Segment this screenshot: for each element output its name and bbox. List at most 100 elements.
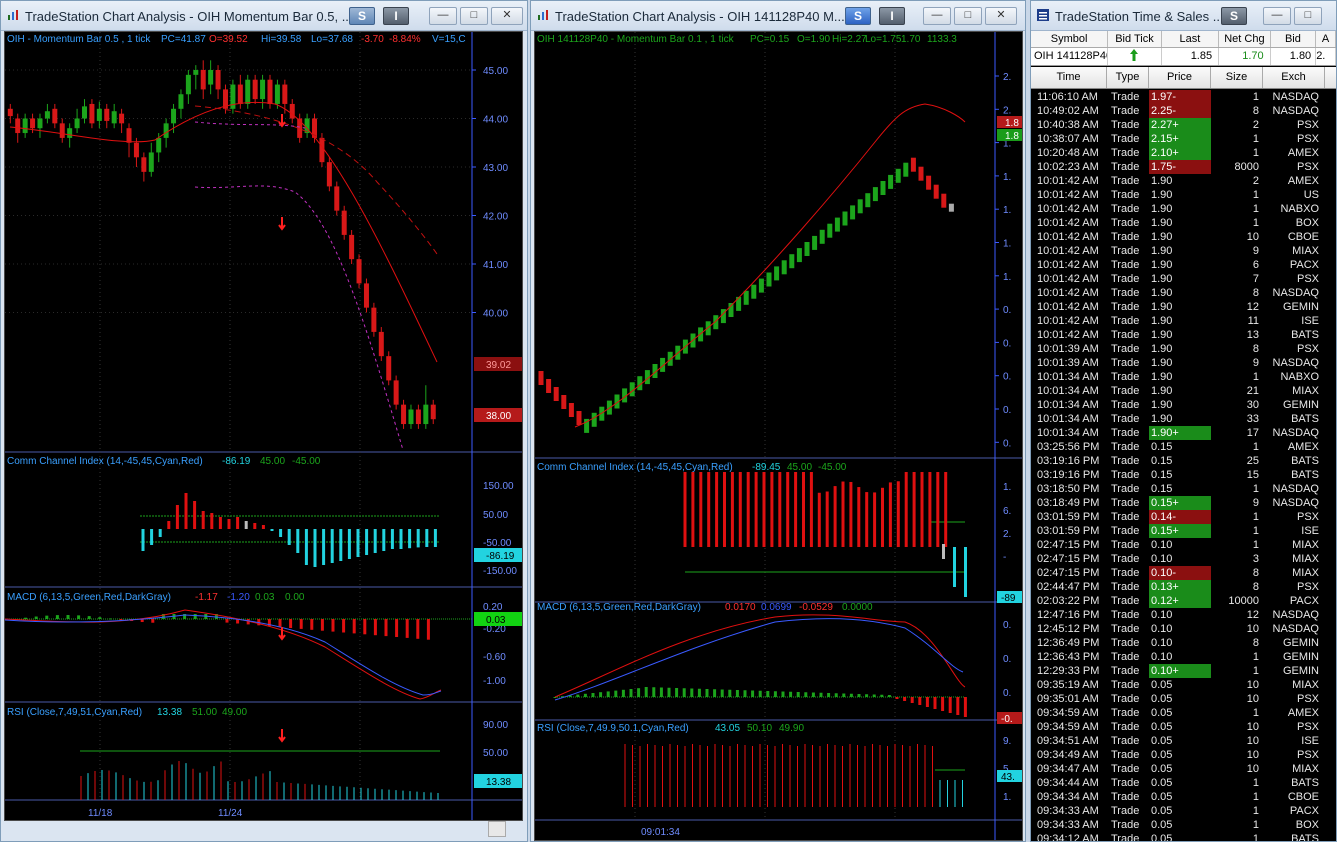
trade-row[interactable]: 09:35:01 AM Trade 0.05 10 PSX	[1031, 692, 1336, 706]
trades-list[interactable]: 11:06:10 AM Trade 1.97- 1 NASDAQ 10:49:02 AM T…	[1031, 90, 1336, 841]
trade-row[interactable]: 09:34:47 AM Trade 0.05 10 MIAX	[1031, 762, 1336, 776]
maximize-button[interactable]: □	[460, 7, 488, 25]
trade-exch: CBOE	[1287, 791, 1319, 803]
col-type[interactable]: Type	[1107, 67, 1149, 88]
trade-row[interactable]: 03:18:49 PM Trade 0.15+ 9 NASDAQ	[1031, 496, 1336, 510]
candle-body	[430, 404, 436, 420]
trade-row[interactable]: 09:34:44 AM Trade 0.05 1 BATS	[1031, 776, 1336, 790]
trade-row[interactable]: 09:34:34 AM Trade 0.05 1 CBOE	[1031, 790, 1336, 804]
trade-row[interactable]: 09:34:33 AM Trade 0.05 1 PACX	[1031, 804, 1336, 818]
trade-row[interactable]: 10:01:39 AM Trade 1.90 8 PSX	[1031, 342, 1336, 356]
trade-time: 10:02:23 AM	[1037, 161, 1099, 173]
minimize-button[interactable]: —	[923, 7, 951, 25]
candle-body	[237, 84, 243, 104]
symbol-link-button[interactable]: S	[1221, 7, 1247, 25]
cci-bar	[296, 529, 300, 553]
trade-row[interactable]: 10:01:42 AM Trade 1.90 10 CBOE	[1031, 230, 1336, 244]
trade-row[interactable]: 10:01:39 AM Trade 1.90 9 NASDAQ	[1031, 356, 1336, 370]
symbol-link-button[interactable]: S	[845, 7, 871, 25]
trade-row[interactable]: 10:01:42 AM Trade 1.90 7 PSX	[1031, 272, 1336, 286]
macd-histogram-bar	[834, 693, 838, 697]
trade-row[interactable]: 03:18:50 PM Trade 0.15 1 NASDAQ	[1031, 482, 1336, 496]
col-size[interactable]: Size	[1211, 67, 1263, 88]
symbol-link-button[interactable]: S	[349, 7, 375, 25]
trade-row[interactable]: 03:19:16 PM Trade 0.15 15 BATS	[1031, 468, 1336, 482]
trade-row[interactable]: 10:01:42 AM Trade 1.90 1 US	[1031, 188, 1336, 202]
close-button[interactable]: ✕	[985, 7, 1017, 25]
trade-row[interactable]: 09:34:12 AM Trade 0.05 1 BATS	[1031, 832, 1336, 841]
trade-row[interactable]: 10:01:42 AM Trade 1.90 2 AMEX	[1031, 174, 1336, 188]
trade-row[interactable]: 10:01:42 AM Trade 1.90 1 BOX	[1031, 216, 1336, 230]
trade-row[interactable]: 12:29:33 PM Trade 0.10+ 1 GEMIN	[1031, 664, 1336, 678]
col-price[interactable]: Price	[1149, 67, 1211, 88]
chart-window-titlebar[interactable]: TradeStation Chart Analysis - OIH Moment…	[1, 1, 527, 31]
time-and-sales-titlebar[interactable]: TradeStation Time & Sales ... S — □	[1031, 1, 1336, 31]
trade-row[interactable]: 09:35:19 AM Trade 0.05 10 MIAX	[1031, 678, 1336, 692]
trade-row[interactable]: 12:45:12 PM Trade 0.10 10 NASDAQ	[1031, 622, 1336, 636]
trade-row[interactable]: 02:44:47 PM Trade 0.13+ 8 PSX	[1031, 580, 1336, 594]
trade-exch: NASDAQ	[1272, 91, 1319, 103]
quote-row[interactable]: OIH 141128P40 1.85 1.70 1.80 2.	[1031, 48, 1336, 66]
trade-row[interactable]: 10:01:42 AM Trade 1.90 6 PACX	[1031, 258, 1336, 272]
trade-row[interactable]: 09:34:59 AM Trade 0.05 10 PSX	[1031, 720, 1336, 734]
trade-row[interactable]: 10:01:34 AM Trade 1.90 1 NABXO	[1031, 370, 1336, 384]
trade-row[interactable]: 10:01:42 AM Trade 1.90 1 NABXO	[1031, 202, 1336, 216]
trade-row[interactable]: 02:47:15 PM Trade 0.10 1 MIAX	[1031, 538, 1336, 552]
tradestation-chart-icon	[538, 10, 548, 20]
trade-row[interactable]: 09:34:51 AM Trade 0.05 10 ISE	[1031, 734, 1336, 748]
trade-row[interactable]: 10:01:42 AM Trade 1.90 11 ISE	[1031, 314, 1336, 328]
trade-row[interactable]: 10:01:42 AM Trade 1.90 8 NASDAQ	[1031, 286, 1336, 300]
maximize-button[interactable]: □	[954, 7, 982, 25]
trade-row[interactable]: 10:02:23 AM Trade 1.75- 8000 PSX	[1031, 160, 1336, 174]
trade-row[interactable]: 02:03:22 PM Trade 0.12+ 10000 PACX	[1031, 594, 1336, 608]
cci-bar	[347, 529, 351, 559]
trade-row[interactable]: 12:47:16 PM Trade 0.10 12 NASDAQ	[1031, 608, 1336, 622]
trade-row[interactable]: 11:06:10 AM Trade 1.97- 1 NASDAQ	[1031, 90, 1336, 104]
trade-row[interactable]: 03:01:59 PM Trade 0.14- 1 PSX	[1031, 510, 1336, 524]
maximize-button[interactable]: □	[1294, 7, 1322, 25]
trade-row[interactable]: 10:01:42 AM Trade 1.90 12 GEMIN	[1031, 300, 1336, 314]
minimize-button[interactable]: —	[429, 7, 457, 25]
trade-row[interactable]: 12:36:49 PM Trade 0.10 8 GEMIN	[1031, 636, 1336, 650]
close-button[interactable]: ✕	[491, 7, 523, 25]
cci-bar	[888, 482, 892, 547]
trade-row[interactable]: 10:01:34 AM Trade 1.90 30 GEMIN	[1031, 398, 1336, 412]
trade-row[interactable]: 09:34:49 AM Trade 0.05 10 PSX	[1031, 748, 1336, 762]
macd-histogram-bar	[426, 619, 430, 640]
trade-type: Trade	[1111, 231, 1140, 243]
trade-row[interactable]: 09:34:33 AM Trade 0.05 1 BOX	[1031, 818, 1336, 832]
chart-panel[interactable]: OIH - Momentum Bar 0.5 , 1 tick PC=41.87 O…	[4, 31, 523, 821]
trade-size: 2	[1252, 175, 1259, 187]
trade-row[interactable]: 03:25:56 PM Trade 0.15 1 AMEX	[1031, 440, 1336, 454]
trade-row[interactable]: 10:01:34 AM Trade 1.90+ 17 NASDAQ	[1031, 426, 1336, 440]
interval-button[interactable]: I	[879, 7, 905, 25]
trade-price: 0.15	[1151, 441, 1173, 453]
trade-row[interactable]: 12:36:43 PM Trade 0.10 1 GEMIN	[1031, 650, 1336, 664]
trade-row[interactable]: 10:49:02 AM Trade 2.25- 8 NASDAQ	[1031, 104, 1336, 118]
trade-row[interactable]: 02:47:15 PM Trade 0.10- 8 MIAX	[1031, 566, 1336, 580]
trade-row[interactable]: 10:01:34 AM Trade 1.90 33 BATS	[1031, 412, 1336, 426]
chart-window-titlebar[interactable]: TradeStation Chart Analysis - OIH 141128…	[531, 1, 1025, 31]
chart-panel[interactable]: OIH 141128P40 - Momentum Bar 0.1 , 1 tic…	[534, 31, 1023, 841]
trade-row[interactable]: 03:19:16 PM Trade 0.15 25 BATS	[1031, 454, 1336, 468]
trade-row[interactable]: 03:01:59 PM Trade 0.15+ 1 ISE	[1031, 524, 1336, 538]
trade-price: 0.10	[1151, 609, 1173, 621]
minimize-button[interactable]: —	[1263, 7, 1291, 25]
col-time[interactable]: Time	[1031, 67, 1107, 88]
col-exch[interactable]: Exch	[1263, 67, 1325, 88]
trade-row[interactable]: 09:34:59 AM Trade 0.05 1 AMEX	[1031, 706, 1336, 720]
trade-type: Trade	[1111, 371, 1140, 383]
trade-row[interactable]: 10:38:07 AM Trade 2.15+ 1 PSX	[1031, 132, 1336, 146]
trade-size: 1	[1252, 651, 1259, 663]
trade-price: 2.27+	[1149, 118, 1211, 132]
scroll-button[interactable]	[488, 821, 506, 837]
trade-row[interactable]: 02:47:15 PM Trade 0.10 3 MIAX	[1031, 552, 1336, 566]
trade-row[interactable]: 10:20:48 AM Trade 2.10+ 1 AMEX	[1031, 146, 1336, 160]
macd-histogram-bar	[55, 615, 59, 619]
trade-type: Trade	[1111, 427, 1140, 439]
trade-row[interactable]: 10:01:34 AM Trade 1.90 21 MIAX	[1031, 384, 1336, 398]
trade-row[interactable]: 10:01:42 AM Trade 1.90 9 MIAX	[1031, 244, 1336, 258]
trade-row[interactable]: 10:40:38 AM Trade 2.27+ 2 PSX	[1031, 118, 1336, 132]
trade-row[interactable]: 10:01:42 AM Trade 1.90 13 BATS	[1031, 328, 1336, 342]
interval-button[interactable]: I	[383, 7, 409, 25]
